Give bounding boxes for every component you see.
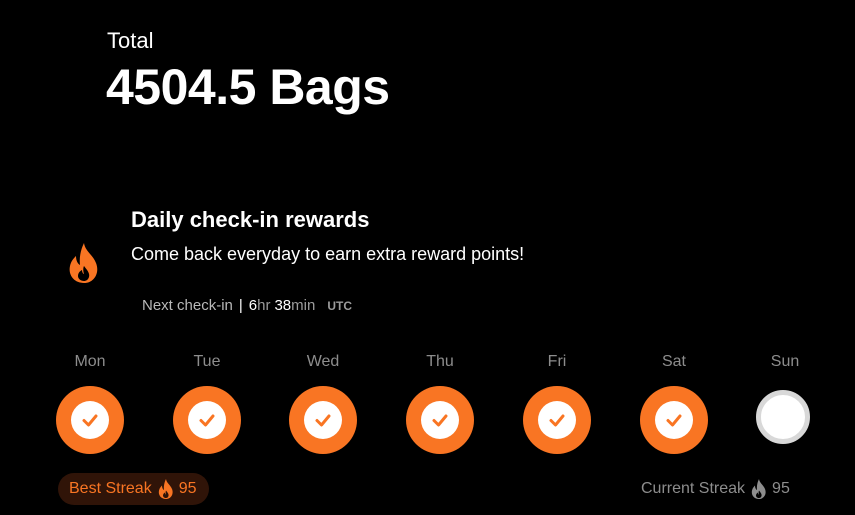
flame-icon	[750, 478, 768, 500]
current-streak: Current Streak 95	[641, 476, 790, 502]
day-label: Tue	[193, 353, 221, 370]
hours-value: 6	[248, 297, 258, 314]
best-streak-label: Best Streak	[69, 480, 152, 497]
check-icon	[430, 410, 450, 430]
check-icon	[664, 410, 684, 430]
day-checked-badge	[56, 386, 124, 454]
check-icon	[313, 410, 333, 430]
total-bags-value: 4504.5 Bags	[106, 59, 390, 115]
day-mon: Mon	[50, 352, 130, 462]
day-label: Thu	[426, 353, 454, 370]
next-checkin-timer: Next check-in | 6 hr 38 min UTC	[142, 295, 352, 317]
day-pending-badge	[756, 390, 810, 444]
minutes-unit: min	[291, 297, 316, 314]
best-streak-value: 95	[178, 480, 197, 497]
next-checkin-label: Next check-in	[142, 297, 233, 314]
day-label: Wed	[306, 353, 340, 370]
day-sat: Sat	[634, 352, 714, 462]
total-label: Total	[107, 28, 154, 53]
day-label: Sun	[770, 353, 800, 370]
day-checked-badge	[523, 386, 591, 454]
day-checked-badge	[173, 386, 241, 454]
minutes-value: 38	[274, 297, 292, 314]
checkin-subtitle: Come back everyday to earn extra reward …	[131, 244, 525, 264]
day-checked-badge	[406, 386, 474, 454]
day-tue: Tue	[167, 352, 247, 462]
day-label: Mon	[74, 353, 106, 370]
day-wed: Wed	[283, 352, 363, 462]
day-checked-badge	[289, 386, 357, 454]
timezone-label: UTC	[327, 299, 352, 313]
day-checked-badge	[640, 386, 708, 454]
flame-icon	[157, 478, 175, 500]
day-thu: Thu	[400, 352, 480, 462]
flame-icon	[66, 241, 102, 285]
day-sun: Sun	[745, 352, 825, 462]
best-streak-badge: Best Streak 95	[58, 473, 209, 505]
current-streak-value: 95	[772, 480, 790, 497]
separator: |	[238, 297, 243, 314]
hours-unit: hr	[257, 297, 271, 314]
check-icon	[80, 410, 100, 430]
check-icon	[197, 410, 217, 430]
day-label: Sat	[661, 353, 686, 370]
current-streak-label: Current Streak	[641, 480, 746, 497]
day-fri: Fri	[517, 352, 597, 462]
checkin-title: Daily check-in rewards	[131, 207, 370, 232]
day-label: Fri	[547, 353, 567, 370]
check-icon	[547, 410, 567, 430]
